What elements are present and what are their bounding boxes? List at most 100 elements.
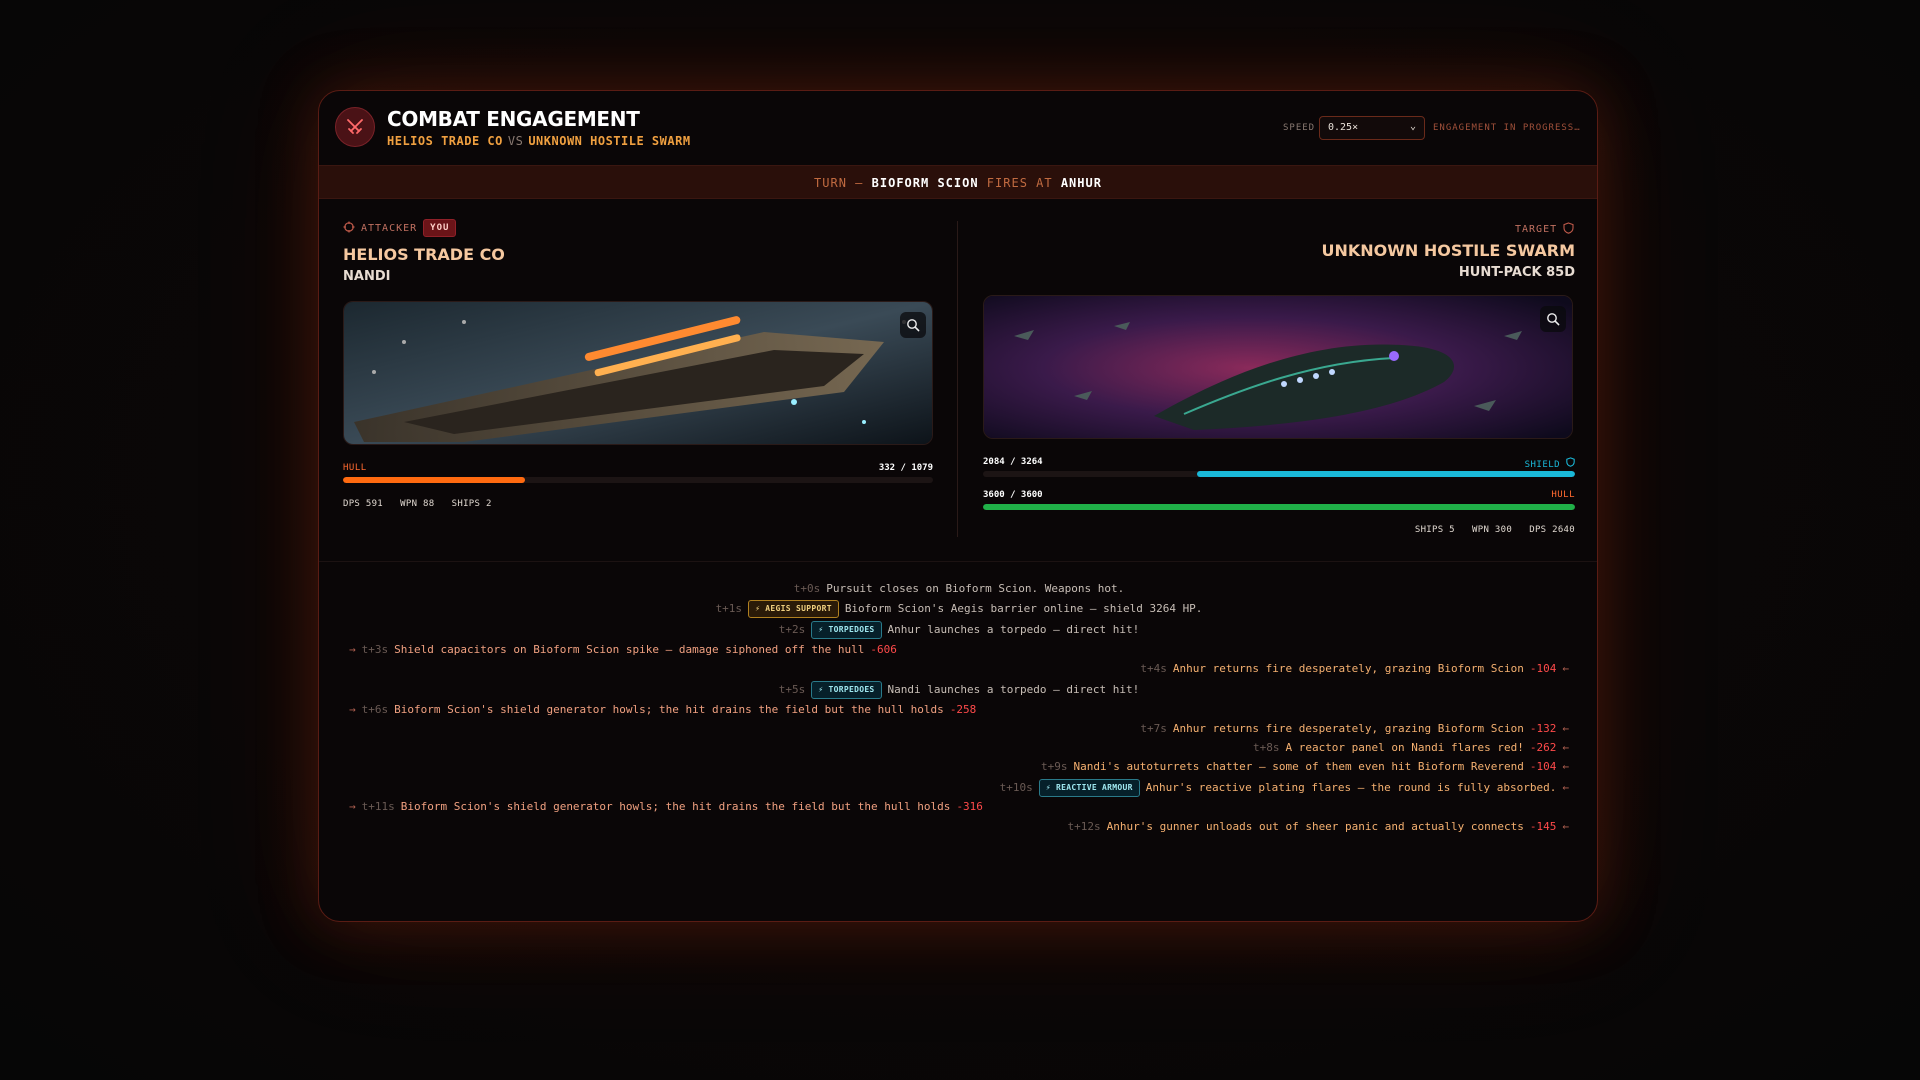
log-damage: -606: [870, 643, 897, 656]
log-damage: -104: [1529, 760, 1557, 773]
log-separator: [319, 561, 1597, 562]
log-text: Nandi's autoturrets chatter — some of th…: [1073, 760, 1524, 773]
log-timestamp: t+1s: [715, 602, 743, 615]
defender-ship-image[interactable]: [983, 295, 1573, 439]
attacker-hull-track: [343, 477, 933, 483]
log-text: Pursuit closes on Bioform Scion. Weapons…: [826, 582, 1125, 595]
log-entry: t+2s ⚡ TORPEDOES Anhur launches a torpedo …: [343, 620, 1575, 640]
log-timestamp: t+4s: [1140, 662, 1167, 675]
shield-icon: [1566, 457, 1575, 470]
log-tag: ⚡ REACTIVE ARMOUR: [1038, 779, 1140, 797]
arrow-left-icon: ←: [1562, 760, 1569, 773]
log-timestamp: t+10s: [999, 781, 1033, 794]
target-role: TARGET: [1515, 222, 1574, 237]
arrow-left-icon: ←: [1562, 820, 1569, 833]
log-timestamp: t+9s: [1041, 760, 1068, 773]
log-tag: ⚡ TORPEDOES: [811, 621, 882, 639]
log-timestamp: t+2s: [778, 623, 806, 636]
log-timestamp: t+8s: [1252, 741, 1280, 754]
log-timestamp: t+0s: [793, 582, 821, 595]
arrow-left-icon: ←: [1562, 781, 1569, 794]
crossed-swords-icon: [335, 107, 375, 147]
log-text: Bioform Scion's shield generator howls; …: [400, 800, 951, 813]
arrow-right-icon: →: [349, 800, 356, 813]
attacker-ship-image[interactable]: [343, 301, 933, 445]
log-entry: t+8s A reactor panel on Nandi flares red!…: [343, 738, 1575, 758]
defender-shield-fill: [1197, 471, 1575, 477]
log-damage: -132: [1529, 722, 1557, 735]
log-text: Nandi launches a torpedo — direct hit!: [887, 683, 1140, 696]
target-role-label: TARGET: [1515, 224, 1558, 235]
log-text: Shield capacitors on Bioform Scion spike…: [394, 643, 865, 656]
arrow-left-icon: ←: [1562, 741, 1569, 754]
log-entry: → t+3s Shield capacitors on Bioform Scion …: [343, 640, 1575, 660]
turn-prefix: TURN —: [814, 176, 864, 190]
defender-shield-value: 2084 / 3264: [983, 457, 1043, 467]
combat-panel: COMBAT ENGAGEMENT HELIOS TRADE CO VS UNKNO…: [318, 90, 1598, 922]
log-tag: ⚡ AEGIS SUPPORT: [748, 600, 839, 618]
log-timestamp: t+5s: [778, 683, 806, 696]
log-text: A reactor panel on Nandi flares red!: [1285, 741, 1524, 754]
defender-stats: SHIPS 5 WPN 300 DPS 2640: [1414, 525, 1575, 535]
arrow-right-icon: →: [349, 703, 356, 716]
defender-faction: UNKNOWN HOSTILE SWARM: [1321, 241, 1575, 260]
log-entry: t+10s ⚡ REACTIVE ARMOUR Anhur's reactive p…: [343, 778, 1575, 798]
attacker-role: ATTACKER YOU: [343, 219, 457, 237]
defender-shield-label: SHIELD: [1499, 457, 1575, 470]
arrow-right-icon: →: [349, 643, 356, 656]
log-damage: -104: [1529, 662, 1557, 675]
attacker-hull-fill: [343, 477, 525, 483]
log-entry: → t+11s Bioform Scion's shield generator h…: [343, 797, 1575, 817]
crosshair-icon: [343, 221, 355, 236]
matchup-subtitle: HELIOS TRADE CO VS UNKNOWN HOSTILE SWARM: [387, 134, 691, 148]
defender-hull-track: [983, 504, 1575, 510]
log-text: Anhur's gunner unloads out of sheer pani…: [1106, 820, 1524, 833]
log-timestamp: t+11s: [361, 800, 395, 813]
arrow-left-icon: ←: [1562, 662, 1569, 675]
turn-target: ANHUR: [1060, 176, 1102, 190]
turn-banner: TURN — BIOFORM SCION FIRES AT ANHUR: [319, 165, 1597, 199]
speed-select[interactable]: 0.25× ⌄: [1319, 116, 1425, 140]
speed-value: 0.25×: [1328, 122, 1359, 133]
log-entry: t+9s Nandi's autoturrets chatter — some o…: [343, 757, 1575, 777]
log-entry: t+1s ⚡ AEGIS SUPPORT Bioform Scion's Aegis…: [343, 599, 1575, 619]
magnifier-icon[interactable]: [1540, 306, 1566, 332]
log-entry: t+5s ⚡ TORPEDOES Nandi launches a torpedo …: [343, 680, 1575, 700]
attacker-name: HELIOS TRADE CO: [387, 134, 503, 148]
log-entry: t+4s Anhur returns fire desperately, graz…: [343, 659, 1575, 679]
chevron-down-icon: ⌄: [1409, 121, 1416, 132]
shield-icon: [1563, 222, 1574, 237]
attacker-fleet: NANDI: [343, 269, 391, 284]
log-text: Anhur returns fire desperately, grazing …: [1172, 722, 1524, 735]
attacker-hull-value: 332 / 1079: [878, 463, 933, 473]
log-damage: -316: [956, 800, 983, 813]
log-text: Anhur launches a torpedo — direct hit!: [887, 623, 1140, 636]
log-entry: t+12s Anhur's gunner unloads out of sheer…: [343, 817, 1575, 837]
log-text: Bioform Scion's Aegis barrier online — s…: [844, 602, 1203, 615]
log-text: Anhur's reactive plating flares — the ro…: [1145, 781, 1557, 794]
arrow-left-icon: ←: [1562, 722, 1569, 735]
turn-actor: BIOFORM SCION: [871, 176, 979, 190]
log-entry: t+7s Anhur returns fire desperately, graz…: [343, 719, 1575, 739]
magnifier-icon[interactable]: [900, 312, 926, 338]
page-title: COMBAT ENGAGEMENT: [387, 107, 640, 131]
header: COMBAT ENGAGEMENT HELIOS TRADE CO VS UNKNO…: [319, 91, 1597, 165]
you-badge: YOU: [423, 219, 457, 237]
log-timestamp: t+3s: [361, 643, 389, 656]
log-tag: ⚡ TORPEDOES: [811, 681, 882, 699]
log-damage: -262: [1529, 741, 1557, 754]
log-damage: -145: [1529, 820, 1557, 833]
defender-fleet: HUNT-PACK 85D: [1458, 265, 1575, 280]
shield-label-text: SHIELD: [1524, 460, 1561, 470]
attacker-stats: DPS 591 WPN 88 SHIPS 2: [343, 499, 492, 509]
defender-name: UNKNOWN HOSTILE SWARM: [528, 134, 691, 148]
log-text: Anhur returns fire desperately, grazing …: [1172, 662, 1524, 675]
log-timestamp: t+6s: [361, 703, 389, 716]
vs-label: VS: [507, 134, 524, 148]
defender-hull-fill: [983, 504, 1575, 510]
engagement-status: ENGAGEMENT IN PROGRESS…: [1433, 123, 1581, 133]
defender-hull-label: HULL: [1551, 490, 1575, 500]
attacker-faction: HELIOS TRADE CO: [343, 245, 505, 264]
speed-label: SPEED: [1283, 123, 1316, 133]
defender-shield-track: [983, 471, 1575, 477]
